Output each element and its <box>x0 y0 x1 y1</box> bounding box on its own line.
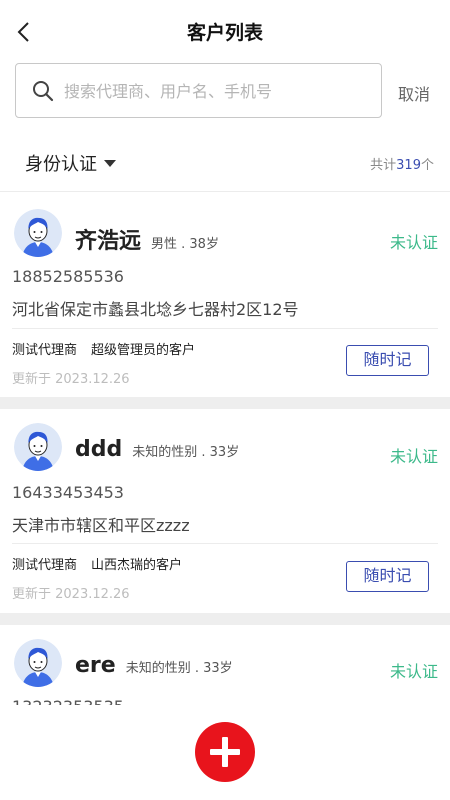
customer-card[interactable]: 齐浩远 男性 . 38岁 未认证 18852585536 河北省保定市蠡县北埝乡… <box>0 193 450 397</box>
customer-meta: 男性 . 38岁 <box>151 237 219 252</box>
customer-card[interactable]: ddd 未知的性别 . 33岁 未认证 16433453453 天津市市辖区和平… <box>0 409 450 613</box>
customer-address: 河北省保定市蠡县北埝乡七器村2区12号 <box>12 300 299 319</box>
name-line: ddd 未知的性别 . 33岁 <box>75 437 239 462</box>
agent-line: 测试代理商 山西杰瑞的客户 <box>12 554 182 573</box>
total-count: 共计319个 <box>370 154 434 173</box>
nav-bar: 客户列表 <box>0 0 450 62</box>
customer-name: 齐浩远 <box>75 229 142 254</box>
count-suffix: 个 <box>420 158 434 173</box>
customer-meta: 未知的性别 . 33岁 <box>132 445 240 460</box>
add-customer-button[interactable] <box>195 722 255 782</box>
customer-name: ere <box>75 653 116 678</box>
count-number: 319 <box>396 158 421 173</box>
agent-name: 测试代理商 <box>12 558 78 573</box>
name-line: ere 未知的性别 . 33岁 <box>75 653 233 678</box>
updated-date: 更新于 2023.12.26 <box>12 372 130 387</box>
customer-name: ddd <box>75 437 123 462</box>
status-badge: 未认证 <box>389 447 438 466</box>
filter-label: 身份认证 <box>25 154 97 175</box>
status-badge: 未认证 <box>389 233 438 252</box>
quick-note-button[interactable]: 随时记 <box>346 345 429 376</box>
avatar <box>14 639 62 687</box>
agent-line: 测试代理商 超级管理员的客户 <box>12 339 195 358</box>
search-input[interactable] <box>64 76 374 106</box>
customer-meta: 未知的性别 . 33岁 <box>125 661 233 676</box>
card-separator <box>0 613 450 625</box>
avatar-icon <box>14 209 62 257</box>
name-line: 齐浩远 男性 . 38岁 <box>75 223 219 255</box>
customer-address: 天津市市辖区和平区zzzz <box>12 516 190 535</box>
search-icon <box>33 81 54 102</box>
status-badge: 未认证 <box>389 662 438 681</box>
avatar-icon <box>14 423 62 471</box>
agent-name: 测试代理商 <box>12 343 78 358</box>
caret-down-icon <box>104 159 116 167</box>
filter-row: 身份认证 共计319个 <box>0 130 450 192</box>
quick-note-button[interactable]: 随时记 <box>346 561 429 592</box>
customer-phone: 16433453453 <box>12 483 124 502</box>
divider <box>12 543 438 544</box>
owner-label: 山西杰瑞的客户 <box>91 558 183 573</box>
avatar-icon <box>14 639 62 687</box>
divider <box>12 328 438 329</box>
avatar <box>14 423 62 471</box>
card-separator <box>0 397 450 409</box>
customer-phone: 18852585536 <box>12 267 124 286</box>
search-box[interactable] <box>15 63 382 118</box>
search-row: 取消 <box>0 62 450 120</box>
updated-date: 更新于 2023.12.26 <box>12 587 130 602</box>
page-title: 客户列表 <box>186 22 263 44</box>
avatar <box>14 209 62 257</box>
identity-filter-dropdown[interactable]: 身份认证 <box>25 150 116 176</box>
cancel-button[interactable]: 取消 <box>398 81 430 105</box>
count-prefix: 共计 <box>370 158 397 173</box>
plus-icon-vertical <box>222 737 228 767</box>
owner-label: 超级管理员的客户 <box>91 343 196 358</box>
